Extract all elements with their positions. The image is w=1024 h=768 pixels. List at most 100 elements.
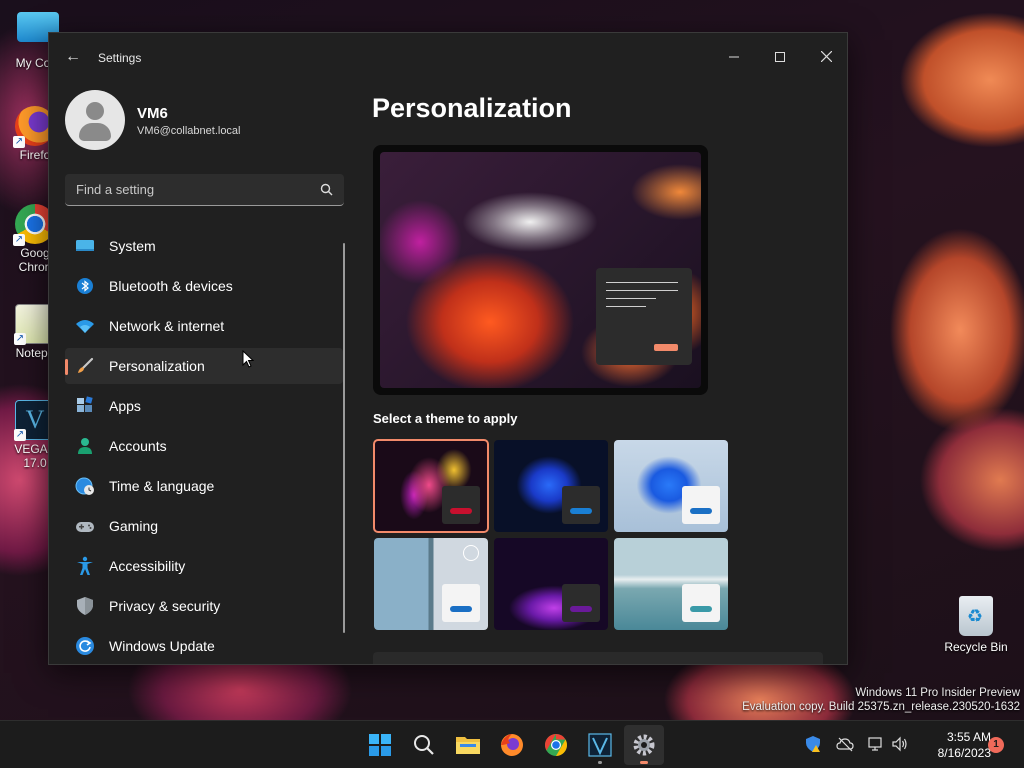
network-icon[interactable]	[867, 735, 885, 753]
theme-accent-bar	[450, 508, 472, 514]
sidebar-item-bluetooth[interactable]: Bluetooth & devices	[65, 268, 343, 304]
sidebar-item-network[interactable]: Network & internet	[65, 308, 343, 344]
minimize-button[interactable]	[711, 41, 757, 73]
gamepad-icon	[75, 516, 95, 536]
sidebar-item-personalization[interactable]: Personalization	[65, 348, 343, 384]
running-indicator	[598, 761, 602, 764]
onedrive-offline-icon[interactable]	[836, 735, 854, 753]
preview-window-mock	[596, 268, 692, 365]
search-icon	[414, 735, 434, 755]
theme-preview-window	[562, 486, 600, 524]
file-explorer-icon	[456, 737, 480, 754]
theme-accent-bar	[450, 606, 472, 612]
start-icon	[369, 734, 391, 756]
shortcut-arrow-icon: ↗	[13, 136, 25, 148]
theme-bloom-dark[interactable]	[494, 440, 608, 532]
sidebar-item-windows-update[interactable]: Windows Update	[65, 628, 343, 664]
os-watermark: Windows 11 Pro Insider Preview Evaluatio…	[742, 686, 1020, 714]
theme-spotlight[interactable]	[374, 538, 488, 630]
avatar[interactable]	[65, 90, 125, 150]
bluetooth-icon	[75, 276, 95, 296]
sidebar-item-label: Personalization	[109, 358, 205, 374]
taskbar-settings[interactable]	[624, 725, 664, 765]
start-button[interactable]	[360, 725, 400, 765]
clock-date: 8/16/2023	[937, 746, 991, 760]
close-icon	[820, 50, 832, 63]
accounts-icon	[75, 436, 95, 456]
avatar-head	[86, 102, 104, 120]
close-button[interactable]	[803, 41, 847, 73]
next-settings-card[interactable]	[373, 652, 823, 664]
sidebar-item-apps[interactable]: Apps	[65, 388, 343, 424]
back-button[interactable]: ←	[63, 47, 83, 67]
profile-name: VM6	[137, 105, 168, 122]
nav-scrollbar[interactable]	[343, 243, 345, 633]
shortcut-arrow-icon: ↗	[14, 429, 26, 441]
wifi-icon	[75, 316, 95, 336]
theme-preview-window	[442, 486, 480, 524]
volume-icon[interactable]	[891, 735, 909, 753]
system-clock[interactable]: 3:55 AM 8/16/2023	[921, 729, 991, 761]
theme-glow-dark[interactable]	[373, 439, 489, 533]
desktop-icon-recycle-bin[interactable]: ♻ Recycle Bin	[940, 596, 1012, 654]
taskbar-chrome[interactable]	[536, 725, 576, 765]
taskbar-firefox[interactable]	[492, 725, 532, 765]
sidebar-item-privacy-security[interactable]: Privacy & security	[65, 588, 343, 624]
search-box[interactable]	[65, 174, 344, 206]
settings-nav: System Bluetooth & devices Network & int…	[65, 228, 343, 664]
mouse-cursor-icon	[242, 350, 254, 368]
vegas-icon	[588, 733, 612, 757]
theme-sunrise[interactable]	[494, 538, 608, 630]
wallpaper-preview-image	[380, 152, 701, 388]
theme-preview-window	[682, 486, 720, 524]
theme-bloom-light[interactable]	[614, 440, 728, 532]
sidebar-item-label: Accounts	[109, 438, 167, 454]
sidebar-item-label: Gaming	[109, 518, 159, 534]
notification-badge[interactable]: 1	[988, 737, 1004, 753]
avatar-body	[79, 123, 111, 141]
theme-preview-window	[682, 584, 720, 622]
theme-accent-bar	[570, 508, 592, 514]
sidebar-item-accounts[interactable]: Accounts	[65, 428, 343, 464]
theme-flow[interactable]	[614, 538, 728, 630]
taskbar-search-button[interactable]	[404, 725, 444, 765]
settings-window: ← Settings VM6 VM6@collabnet.local Syste…	[48, 32, 848, 665]
sidebar-item-label: Apps	[109, 398, 141, 414]
search-input[interactable]	[65, 174, 305, 205]
taskbar-vegas[interactable]	[580, 725, 620, 765]
app-title: Settings	[98, 51, 142, 65]
security-warning-icon[interactable]	[804, 735, 822, 753]
theme-section-heading: Select a theme to apply	[373, 411, 518, 426]
sidebar-item-accessibility[interactable]: Accessibility	[65, 548, 343, 584]
clock-time: 3:55 AM	[946, 730, 991, 744]
maximize-button[interactable]	[757, 41, 803, 73]
profile-email: VM6@collabnet.local	[137, 125, 241, 137]
sidebar-item-gaming[interactable]: Gaming	[65, 508, 343, 544]
system-icon	[75, 236, 95, 256]
theme-accent-bar	[690, 606, 712, 612]
sidebar-item-label: Accessibility	[109, 558, 186, 574]
taskbar-file-explorer[interactable]	[448, 725, 488, 765]
sidebar-item-label: Windows Update	[109, 638, 215, 654]
back-arrow-icon: ←	[65, 48, 81, 65]
sidebar-item-label: Privacy & security	[109, 598, 221, 614]
sidebar-item-system[interactable]: System	[65, 228, 343, 264]
recycle-bin-label: Recycle Bin	[944, 640, 1008, 654]
search-icon	[320, 183, 333, 196]
sidebar-item-label: Network & internet	[109, 318, 225, 334]
theme-preview-window	[562, 584, 600, 622]
sidebar-item-label: Time & language	[109, 478, 215, 494]
taskbar: 3:55 AM 8/16/2023 1	[0, 720, 1024, 768]
update-icon	[75, 636, 95, 656]
sidebar-item-time-language[interactable]: Time & language	[65, 468, 343, 504]
active-indicator	[640, 761, 648, 764]
settings-icon	[633, 734, 655, 756]
globe-clock-icon	[75, 476, 95, 496]
theme-preview-window	[442, 584, 480, 622]
apps-icon	[75, 396, 95, 416]
shortcut-arrow-icon: ↗	[13, 234, 25, 246]
watermark-line2: Evaluation copy. Build 25375.zn_release.…	[742, 701, 1020, 713]
title-bar[interactable]: ← Settings	[49, 33, 847, 81]
minimize-icon	[729, 56, 739, 58]
firefox-icon	[501, 734, 523, 756]
